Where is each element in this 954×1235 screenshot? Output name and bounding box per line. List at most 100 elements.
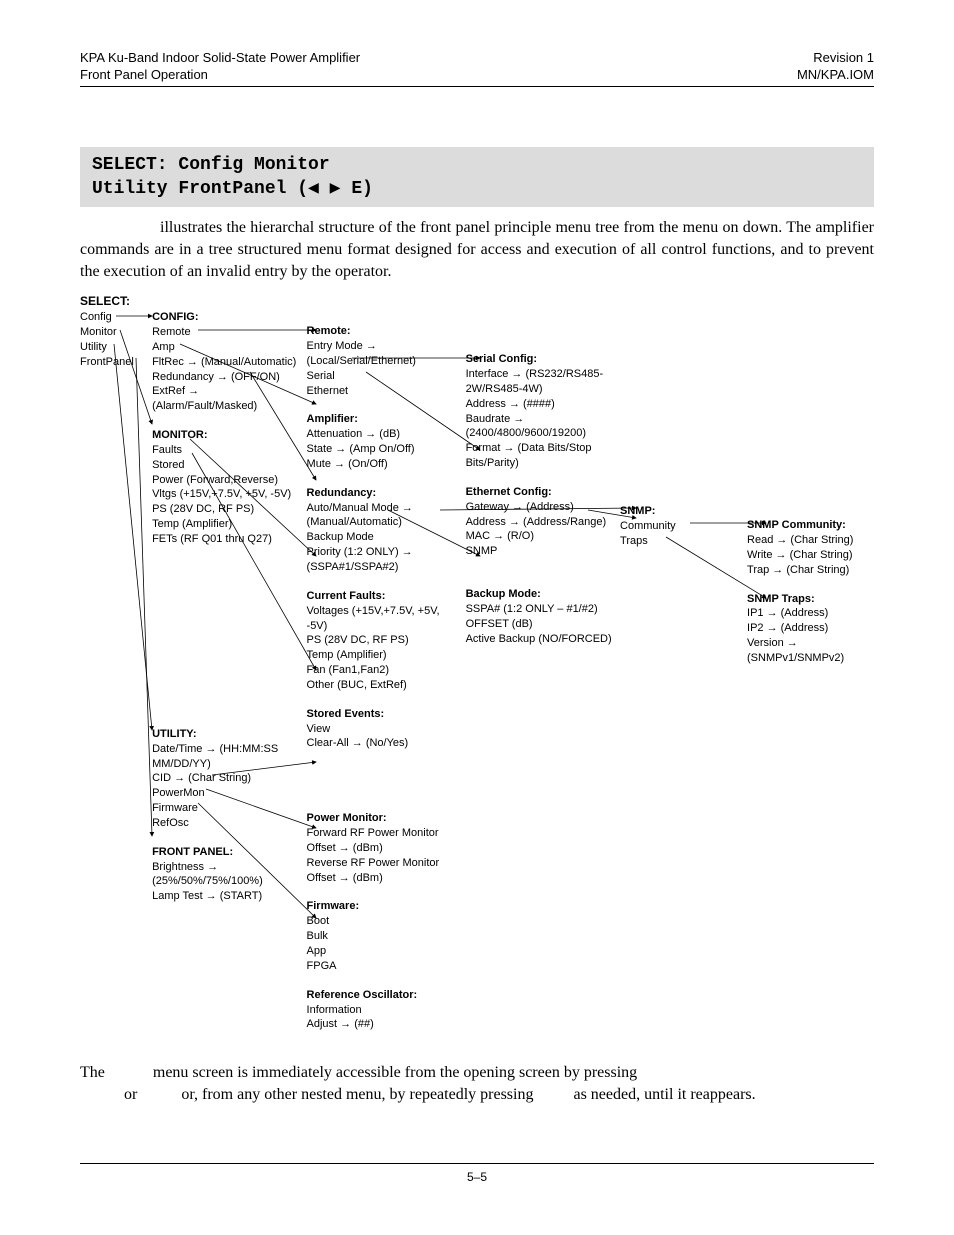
refosc-item: Information [307,1003,458,1018]
amplifier-item: State → (Amp On/Off) [307,442,458,457]
currentfaults-heading: Current Faults: [307,589,458,604]
redundancy-item: Backup Mode [307,530,458,545]
lcd-line2: Utility FrontPanel (◀ ▶ E) [92,179,373,199]
storedevents-item: Clear-All → (No/Yes) [307,736,458,751]
serialconfig-item: Baudrate → (2400/4800/9600/19200) [466,412,612,442]
root-utility: Utility [80,340,144,355]
ethernetconfig-item: SNMP [466,544,612,559]
ethernetconfig-item: Address → (Address/Range) [466,515,612,530]
firmware-heading: Firmware: [307,899,458,914]
select-heading: SELECT: [80,294,874,308]
frontpanel-item: Brightness → (25%/50%/75%/100%) [152,860,298,890]
root-monitor: Monitor [80,325,144,340]
remote-item: Ethernet [307,384,458,399]
snmp-item: Community [620,519,739,534]
ethernetconfig-heading: Ethernet Config: [466,485,612,500]
monitor-item: Stored [152,458,298,473]
header-revision: Revision 1 [797,50,874,67]
snmptraps-item: IP2 → (Address) [747,621,866,636]
utility-item: CID → (Char String) [152,771,298,786]
root-config: Config [80,310,144,325]
monitor-item: Faults [152,443,298,458]
refosc-item: Adjust → (##) [307,1017,458,1032]
powermonitor-item: Forward RF Power Monitor Offset → (dBm) [307,826,458,856]
menu-tree-figure: SELECT: Config Monitor Utility FrontPane… [80,294,874,1032]
page-number: 5–5 [467,1170,487,1184]
currentfaults-item: Voltages (+15V,+7.5V, +5V, -5V) [307,604,458,634]
utility-item: Date/Time → (HH:MM:SS MM/DD/YY) [152,742,298,772]
frontpanel-heading: FRONT PANEL: [152,845,298,860]
paragraph-1: illustrates the hierarchal structure of … [80,217,874,282]
lcd-line1: SELECT: Config Monitor [92,155,330,175]
tree-col-1: CONFIG: Remote Amp FltRec → (Manual/Auto… [152,310,306,1032]
refosc-heading: Reference Oscillator: [307,988,458,1003]
config-item: Remote [152,325,298,340]
snmpcommunity-heading: SNMP Community: [747,518,866,533]
remote-item: Serial [307,369,458,384]
currentfaults-item: Other (BUC, ExtRef) [307,678,458,693]
snmpcommunity-item: Trap → (Char String) [747,563,866,578]
utility-item: RefOsc [152,816,298,831]
backupmode-item: SSPA# (1:2 ONLY – #1/#2) [466,602,612,617]
serialconfig-item: Interface → (RS232/RS485-2W/RS485-4W) [466,367,612,397]
ethernetconfig-item: MAC → (R/O) [466,529,612,544]
firmware-item: Bulk [307,929,458,944]
root-frontpanel: FrontPanel [80,355,144,370]
config-item: FltRec → (Manual/Automatic) [152,355,298,370]
tree-col-2: Remote: Entry Mode → (Local/Serial/Ether… [307,310,466,1032]
redundancy-item: Priority (1:2 ONLY) → (SSPA#1/SSPA#2) [307,545,458,575]
snmptraps-heading: SNMP Traps: [747,592,866,607]
serialconfig-item: Address → (####) [466,397,612,412]
header-docid: MN/KPA.IOM [797,67,874,84]
backupmode-item: Active Backup (NO/FORCED) [466,632,612,647]
serialconfig-heading: Serial Config: [466,352,612,367]
firmware-item: FPGA [307,959,458,974]
backupmode-item: OFFSET (dB) [466,617,612,632]
amplifier-heading: Amplifier: [307,412,458,427]
redundancy-item: Auto/Manual Mode → (Manual/Automatic) [307,501,458,531]
remote-item: Entry Mode → (Local/Serial/Ethernet) [307,339,458,369]
utility-item: PowerMon [152,786,298,801]
paragraph-2: The menu screen is immediately accessibl… [80,1062,874,1105]
monitor-item: Temp (Amplifier) [152,517,298,532]
currentfaults-item: PS (28V DC, RF PS) [307,633,458,648]
tree-col-5: SNMP Community: Read → (Char String) Wri… [747,310,874,1032]
tree-col-0: Config Monitor Utility FrontPanel [80,310,152,1032]
firmware-item: Boot [307,914,458,929]
frontpanel-item: Lamp Test → (START) [152,889,298,904]
monitor-item: PS (28V DC, RF PS) [152,502,298,517]
monitor-item: Power (Forward,Reverse) [152,473,298,488]
currentfaults-item: Temp (Amplifier) [307,648,458,663]
amplifier-item: Attenuation → (dB) [307,427,458,442]
amplifier-item: Mute → (On/Off) [307,457,458,472]
monitor-item: FETs (RF Q01 thru Q27) [152,532,298,547]
tree-col-3: Serial Config: Interface → (RS232/RS485-… [466,310,620,1032]
snmptraps-item: IP1 → (Address) [747,606,866,621]
snmptraps-item: Version → (SNMPv1/SNMPv2) [747,636,866,666]
config-item: ExtRef → (Alarm/Fault/Masked) [152,384,298,414]
monitor-item: Vltgs (+15V,+7.5V, +5V, -5V) [152,487,298,502]
storedevents-item: View [307,722,458,737]
config-item: Amp [152,340,298,355]
ethernetconfig-item: Gateway → (Address) [466,500,612,515]
monitor-heading: MONITOR: [152,428,298,443]
config-item: Redundancy → (OFF/ON) [152,370,298,385]
utility-item: Firmware [152,801,298,816]
backupmode-heading: Backup Mode: [466,587,612,602]
snmpcommunity-item: Read → (Char String) [747,533,866,548]
serialconfig-item: Format → (Data Bits/Stop Bits/Parity) [466,441,612,471]
config-heading: CONFIG: [152,310,298,325]
tree-col-4: SNMP: Community Traps [620,310,747,1032]
redundancy-heading: Redundancy: [307,486,458,501]
snmp-item: Traps [620,534,739,549]
powermonitor-item: Reverse RF Power Monitor Offset → (dBm) [307,856,458,886]
page-header: KPA Ku-Band Indoor Solid-State Power Amp… [80,50,874,87]
lcd-display: SELECT: Config Monitor Utility FrontPane… [80,147,874,208]
powermonitor-heading: Power Monitor: [307,811,458,826]
snmpcommunity-item: Write → (Char String) [747,548,866,563]
utility-heading: UTILITY: [152,727,298,742]
currentfaults-item: Fan (Fan1,Fan2) [307,663,458,678]
firmware-item: App [307,944,458,959]
header-title: KPA Ku-Band Indoor Solid-State Power Amp… [80,50,360,67]
storedevents-heading: Stored Events: [307,707,458,722]
